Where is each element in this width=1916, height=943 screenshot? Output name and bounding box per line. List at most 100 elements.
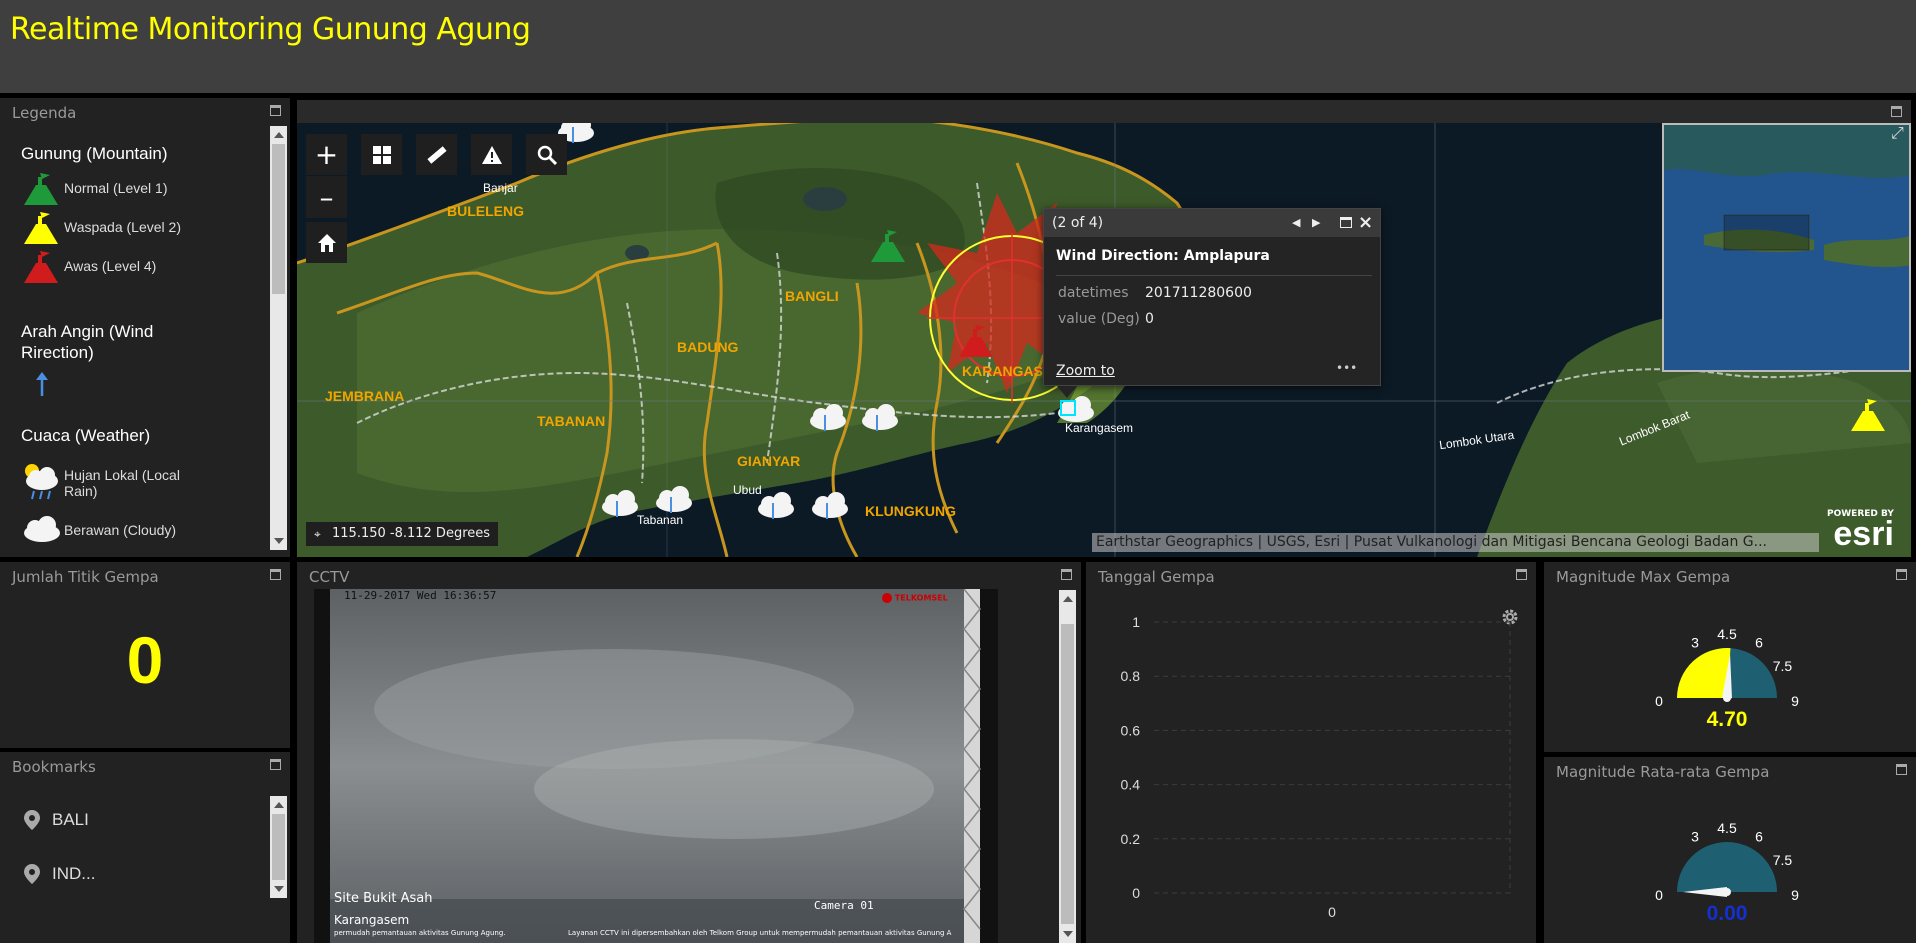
map-label: Banjar xyxy=(483,181,518,195)
rain-cloud-icon xyxy=(25,464,58,500)
zoom-in-button[interactable]: + xyxy=(306,134,347,175)
wind-arrow-icon xyxy=(36,372,48,396)
scroll-down-icon[interactable] xyxy=(274,538,284,544)
scroll-up-icon[interactable] xyxy=(274,802,284,808)
measure-button[interactable] xyxy=(416,134,457,175)
maximize-icon[interactable] xyxy=(1340,217,1352,228)
bookmark-label: IND... xyxy=(52,864,96,883)
gauge-tick-label: 0 xyxy=(1655,693,1663,709)
maximize-icon[interactable] xyxy=(1061,569,1072,580)
volcano-awas-icon xyxy=(24,251,58,283)
panel-title: Jumlah Titik Gempa xyxy=(12,568,159,586)
scroll-up-icon[interactable] xyxy=(274,132,284,138)
y-tick-label: 1 xyxy=(1132,614,1140,630)
volcano-normal-icon[interactable] xyxy=(867,228,907,264)
expand-icon[interactable]: ⤢ xyxy=(1891,123,1904,143)
map-panel-header xyxy=(297,100,1911,123)
gauge-tick-label: 9 xyxy=(1791,887,1799,903)
popup-title: Wind Direction: Amplapura xyxy=(1056,248,1270,264)
map-attribution: Earthstar Geographics | USGS, Esri | Pus… xyxy=(1092,533,1819,552)
rain-cloud-icon[interactable] xyxy=(805,401,851,435)
bookmarks-scrollbar[interactable] xyxy=(270,796,287,898)
gauge-hub xyxy=(1723,694,1731,702)
scroll-down-icon[interactable] xyxy=(274,886,284,892)
map-label: KLUNGKUNG xyxy=(865,503,956,519)
esri-logo: POWERED BY esri xyxy=(1827,509,1894,551)
minus-icon: – xyxy=(319,180,334,214)
map-popup: (2 of 4) ◀ ▶ × Wind Direction: Amplapura… xyxy=(1043,208,1381,386)
close-icon[interactable]: × xyxy=(1358,209,1373,237)
scroll-thumb[interactable] xyxy=(1061,624,1074,924)
divider xyxy=(1056,275,1372,276)
search-button[interactable] xyxy=(526,134,567,175)
cctv-location: Karangasem xyxy=(334,913,410,927)
more-options-icon[interactable]: ••• xyxy=(1336,361,1357,375)
bookmark-label: BALI xyxy=(52,810,89,829)
legend-title: Legenda xyxy=(12,104,77,122)
maximize-icon[interactable] xyxy=(1891,106,1902,117)
maximize-icon[interactable] xyxy=(270,105,281,116)
legend-heading-mountain: Gunung (Mountain) xyxy=(21,144,168,163)
gauge-track xyxy=(1677,842,1777,892)
plus-icon: + xyxy=(314,138,339,171)
volcano-awas-icon[interactable] xyxy=(955,323,995,359)
maximize-icon[interactable] xyxy=(270,759,281,770)
scroll-thumb[interactable] xyxy=(272,144,285,294)
maximize-icon[interactable] xyxy=(270,569,281,580)
telkomsel-logo: TELKOMSEL xyxy=(882,593,948,603)
search-icon xyxy=(537,145,557,165)
scroll-thumb[interactable] xyxy=(272,814,285,880)
ruler-icon xyxy=(426,145,447,164)
overview-map[interactable] xyxy=(1662,123,1911,372)
rain-cloud-icon[interactable] xyxy=(807,489,853,523)
legend-item-label: Awas (Level 4) xyxy=(64,258,157,274)
legend-item-label: Normal (Level 1) xyxy=(64,180,168,196)
gauge-hub xyxy=(1723,888,1731,896)
crosshair-icon[interactable]: ⌖ xyxy=(314,522,321,546)
alert-button[interactable] xyxy=(471,134,512,175)
earthquake-count-value: 0 xyxy=(126,623,164,697)
map-label: BULELENG xyxy=(447,203,524,219)
volcano-normal-icon xyxy=(24,173,58,205)
gauge-tick-label: 7.5 xyxy=(1773,658,1793,674)
earthquake-date-panel: Tanggal Gempa 1 0.8 0.6 0.4 0.2 0 0 xyxy=(1086,562,1536,943)
y-tick-label: 0.4 xyxy=(1121,777,1141,793)
legend-scrollbar[interactable] xyxy=(270,126,287,550)
prev-icon[interactable]: ◀ xyxy=(1292,209,1300,237)
home-icon xyxy=(317,233,336,252)
popup-field-value: 201711280600 xyxy=(1145,285,1252,301)
zoom-to-link[interactable]: Zoom to xyxy=(1056,363,1115,379)
cctv-brand: TELKOMSEL xyxy=(894,593,948,603)
gauge-tick-label: 0 xyxy=(1655,887,1663,903)
scroll-down-icon[interactable] xyxy=(1063,931,1073,937)
gauge-tick-label: 7.5 xyxy=(1773,852,1793,868)
map-label: JEMBRANA xyxy=(325,388,405,404)
magnitude-avg-gauge: 0 3 4.5 6 7.5 9 0.00 xyxy=(1655,820,1799,925)
rain-cloud-icon[interactable] xyxy=(651,483,697,517)
x-tick-label: 0 xyxy=(1328,904,1336,920)
popup-header: (2 of 4) ◀ ▶ × xyxy=(1044,209,1380,237)
zoom-out-button[interactable]: – xyxy=(306,176,347,218)
gauge-tick-label: 6 xyxy=(1755,635,1763,651)
next-icon[interactable]: ▶ xyxy=(1312,209,1320,237)
telkomsel-icon xyxy=(882,593,892,603)
grid-icon xyxy=(372,145,391,164)
basemap-gallery-button[interactable] xyxy=(361,134,402,175)
cctv-scrollbar[interactable] xyxy=(1059,590,1076,943)
cctv-camera: Camera 01 xyxy=(814,899,874,912)
rain-cloud-icon[interactable] xyxy=(857,401,903,435)
volcano-waspada-icon[interactable] xyxy=(1847,397,1887,433)
cctv-timestamp: 11-29-2017 Wed 16:36:57 xyxy=(344,589,497,602)
bookmarks-panel: Bookmarks BALI IND... xyxy=(0,752,290,943)
map-label: Karangasem xyxy=(1065,421,1134,435)
home-button[interactable] xyxy=(306,222,347,263)
cctv-video-frame[interactable]: 11-29-2017 Wed 16:36:57 TELKOMSEL Site B… xyxy=(314,589,998,943)
legend-panel: Legenda Gunung (Mountain) Normal (Level … xyxy=(0,98,290,557)
map-pin-icon xyxy=(24,810,40,830)
magnitude-max-gauge: 0 3 4.5 6 7.5 9 4.70 xyxy=(1655,626,1799,731)
scroll-up-icon[interactable] xyxy=(1063,596,1073,602)
coordinate-readout: ⌖ 115.150 -8.112 Degrees xyxy=(306,522,499,546)
gauge-tick-label: 4.5 xyxy=(1717,626,1737,642)
legend-heading-weather: Cuaca (Weather) xyxy=(21,426,151,445)
gauge-tick-label: 4.5 xyxy=(1717,820,1737,836)
